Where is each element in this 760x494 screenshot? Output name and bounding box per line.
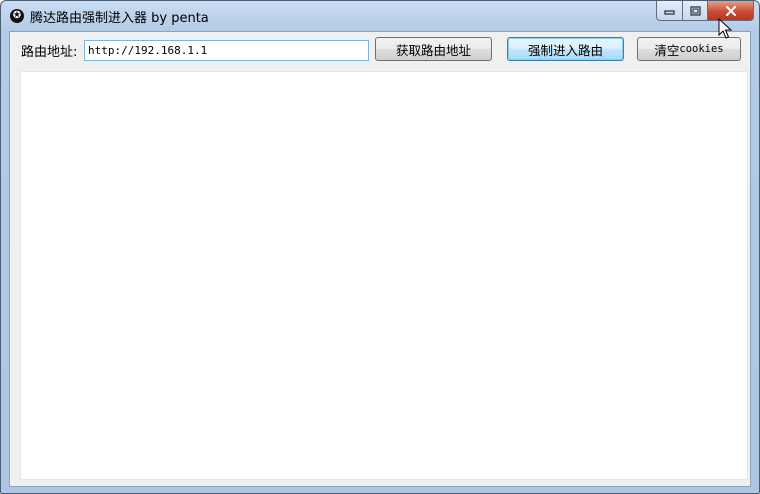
mouse-pointer-icon <box>718 18 732 39</box>
minimize-icon <box>664 9 675 15</box>
clear-cookies-label-suffix: cookies <box>679 43 724 55</box>
browser-view[interactable] <box>20 71 748 480</box>
minimize-button[interactable] <box>656 1 682 21</box>
force-enter-router-button[interactable]: 强制进入路由 <box>507 37 624 61</box>
get-router-address-button[interactable]: 获取路由地址 <box>375 37 492 61</box>
maximize-icon <box>689 5 701 16</box>
app-window: ✪ 腾达路由强制进入器 by penta 路由地址: http://192.16… <box>0 0 760 494</box>
client-area: 路由地址: 获取路由地址 强制进入路由 清空cookies <box>9 31 751 487</box>
app-icon[interactable]: ✪ <box>10 9 24 23</box>
router-address-label: 路由地址: <box>21 45 78 60</box>
close-icon <box>725 5 736 16</box>
clear-cookies-label-prefix: 清空 <box>654 42 680 58</box>
window-title: 腾达路由强制进入器 by penta <box>30 11 209 26</box>
title-bar[interactable]: ✪ 腾达路由强制进入器 by penta <box>1 1 759 31</box>
maximize-button[interactable] <box>682 1 708 21</box>
caption-buttons <box>656 1 754 21</box>
router-address-input[interactable] <box>84 40 369 61</box>
clear-cookies-button[interactable]: 清空 cookies <box>637 37 741 61</box>
